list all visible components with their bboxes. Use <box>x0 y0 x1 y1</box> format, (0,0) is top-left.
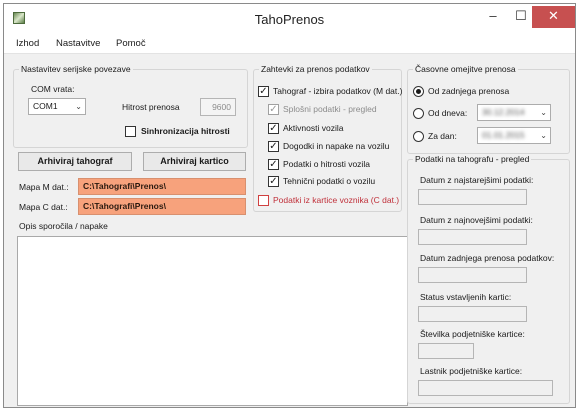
app-window: TahoPrenos – ☐ ✕ Izhod Nastavitve Pomoč … <box>3 3 576 408</box>
company-card-owner-label: Lastnik podjetniške kartice: <box>420 366 523 376</box>
technical-data-checkbox[interactable]: ✓ <box>268 176 279 187</box>
driver-card-checkbox[interactable] <box>258 195 269 206</box>
last-transfer-field <box>418 267 527 283</box>
time-limits-legend: Časovne omejitve prenosa <box>415 64 516 74</box>
for-day-label: Za dan: <box>428 131 457 141</box>
since-last-label: Od zadnjega prenosa <box>428 86 510 96</box>
card-status-label: Status vstavljenih kartic: <box>420 292 512 302</box>
for-day-picker[interactable]: 01.01.2015 ⌄ <box>477 127 551 144</box>
menu-help[interactable]: Pomoč <box>116 38 146 49</box>
menu-settings[interactable]: Nastavitve <box>56 38 100 49</box>
technical-data-label: Tehnični podatki o vozilu <box>283 176 376 186</box>
sync-speed-label: Sinhronizacija hitrosti <box>141 126 230 136</box>
company-card-owner-field <box>418 380 553 396</box>
events-label: Dogodki in napake na vozilu <box>283 141 390 151</box>
events-checkbox[interactable]: ✓ <box>268 141 279 152</box>
baud-rate-label: Hitrost prenosa <box>122 102 180 112</box>
general-data-label: Splošni podatki - pregled <box>283 104 377 114</box>
activity-checkbox[interactable]: ✓ <box>268 123 279 134</box>
serial-settings-legend: Nastavitev serijske povezave <box>21 64 131 74</box>
speed-data-label: Podatki o hitrosti vozila <box>283 159 370 169</box>
sync-speed-checkbox[interactable] <box>125 126 136 137</box>
newest-date-label: Datum z najnovejšimi podatki: <box>420 215 533 225</box>
driver-card-label: Podatki iz kartice voznika (C dat.) <box>273 195 400 205</box>
since-last-radio[interactable] <box>413 86 424 97</box>
since-date-picker[interactable]: 30.12.2014 ⌄ <box>477 104 551 121</box>
since-date-label: Od dneva: <box>428 108 468 118</box>
com-port-value: COM1 <box>33 101 58 111</box>
transfer-requests-legend: Zahtevki za prenos podatkov <box>261 64 370 74</box>
baud-rate-field[interactable]: 9600 <box>200 98 236 116</box>
tachograph-label: Tahograf - izbira podatkov (M dat.) <box>273 86 403 96</box>
maximize-icon[interactable]: ☐ <box>507 6 535 28</box>
m-folder-field[interactable]: C:\Tahografi\Prenos\ <box>78 178 246 195</box>
card-status-field <box>418 306 527 322</box>
last-transfer-label: Datum zadnjega prenosa podatkov: <box>420 253 555 263</box>
for-day-value: 01.01.2015 <box>482 130 525 140</box>
chevron-down-icon: ⌄ <box>540 131 547 140</box>
tachograph-checkbox[interactable]: ✓ <box>258 86 269 97</box>
log-textarea[interactable] <box>17 236 408 406</box>
archive-tachograph-button[interactable]: Arhiviraj tahograf <box>18 152 132 171</box>
menu-exit[interactable]: Izhod <box>16 38 39 49</box>
chevron-down-icon: ⌄ <box>540 108 547 117</box>
c-folder-label: Mapa C dat.: <box>19 202 68 212</box>
activity-label: Aktivnosti vozila <box>283 123 344 133</box>
menu-bar: Izhod Nastavitve Pomoč <box>4 34 575 54</box>
log-label: Opis sporočila / napake <box>19 221 108 231</box>
close-icon[interactable]: ✕ <box>532 6 575 28</box>
oldest-date-field <box>418 189 527 205</box>
minimize-icon[interactable]: – <box>479 6 507 28</box>
archive-card-button[interactable]: Arhiviraj kartico <box>143 152 246 171</box>
company-card-number-label: Številka podjetniške kartice: <box>420 329 525 339</box>
since-date-value: 30.12.2014 <box>482 107 525 117</box>
chevron-down-icon: ⌄ <box>75 102 82 111</box>
for-day-radio[interactable] <box>413 131 424 142</box>
com-port-select[interactable]: COM1 ⌄ <box>28 98 86 115</box>
tachograph-overview-legend: Podatki na tahografu - pregled <box>415 154 530 164</box>
oldest-date-label: Datum z najstarejšimi podatki: <box>420 175 534 185</box>
newest-date-field <box>418 229 527 245</box>
c-folder-field[interactable]: C:\Tahografi\Prenos\ <box>78 198 246 215</box>
com-port-label: COM vrata: <box>31 84 75 94</box>
speed-data-checkbox[interactable]: ✓ <box>268 159 279 170</box>
company-card-number-field <box>418 343 474 359</box>
title-bar: TahoPrenos – ☐ ✕ <box>4 4 575 34</box>
m-folder-label: Mapa M dat.: <box>19 182 69 192</box>
since-date-radio[interactable] <box>413 108 424 119</box>
general-data-checkbox[interactable]: ✓ <box>268 104 279 115</box>
